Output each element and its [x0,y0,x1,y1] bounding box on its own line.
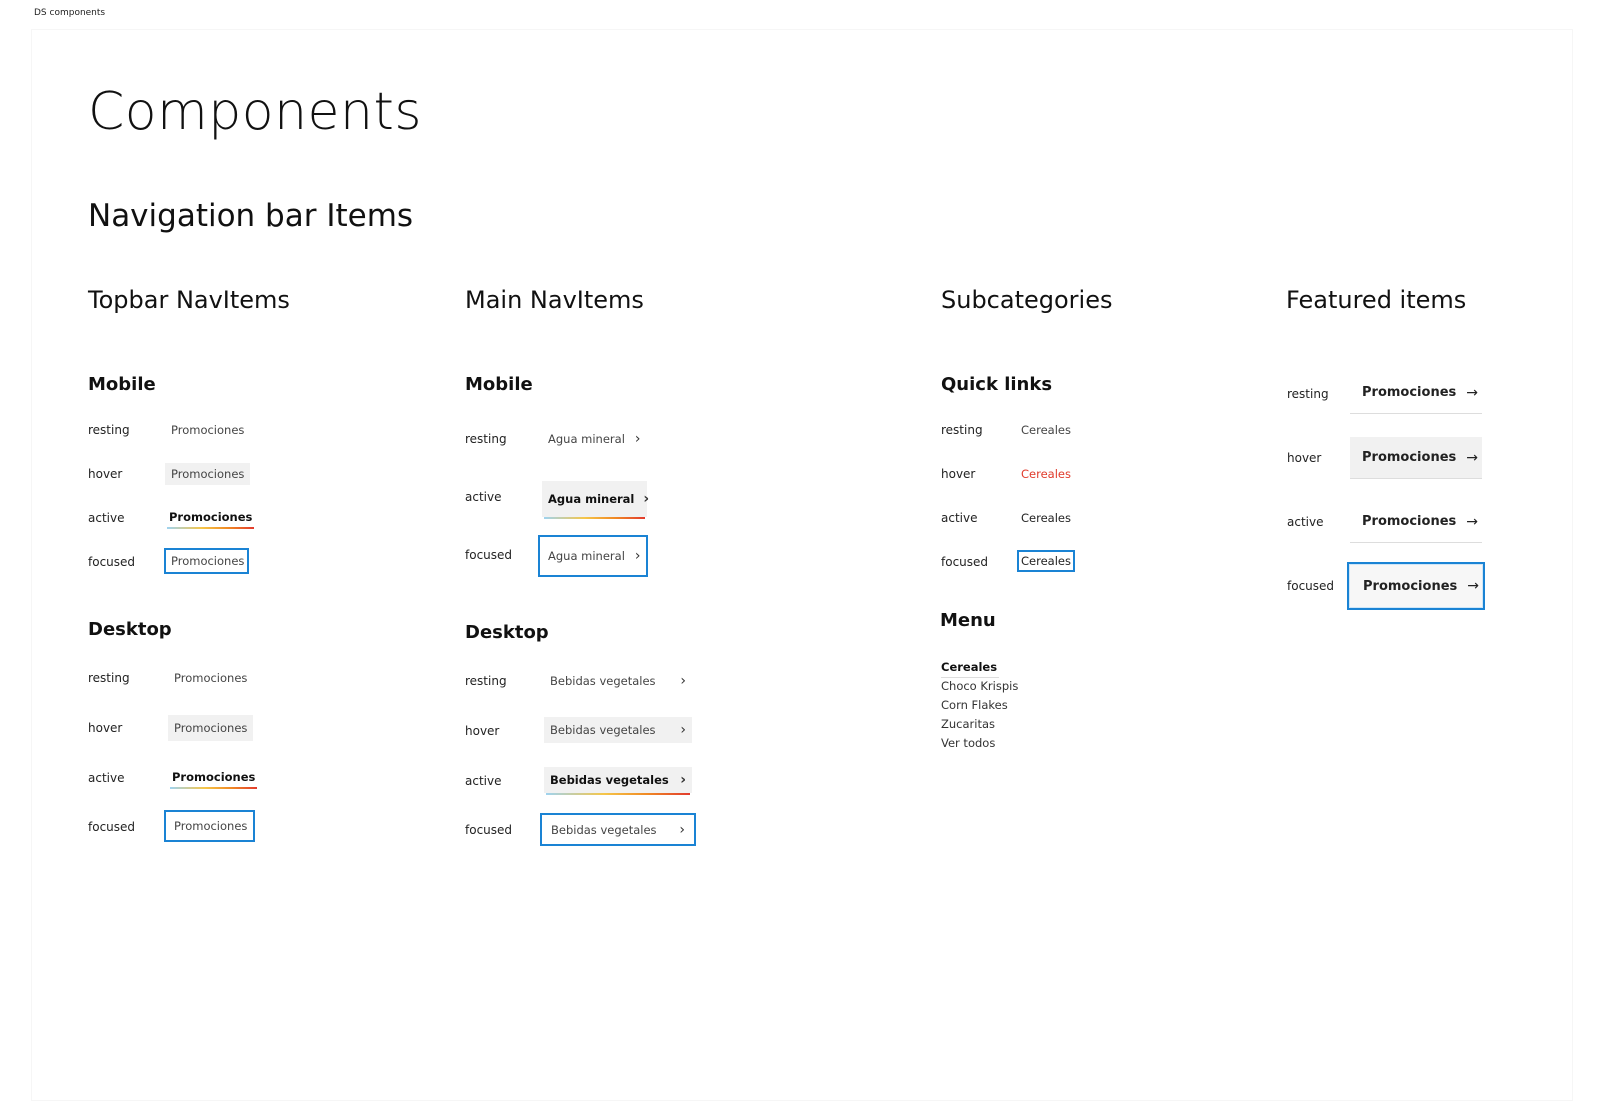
quick-link-active[interactable]: Cereales [1018,508,1074,528]
featured-item-active[interactable]: Promociones → [1350,501,1482,543]
column-title-featured: Featured items [1286,286,1467,314]
frame-label: DS components [30,6,110,20]
topbar-desktop-hover[interactable]: Promociones [168,715,254,741]
state-label: focused [941,555,989,569]
column-title-main: Main NavItems [465,286,644,314]
state-label: resting [941,423,983,437]
main-desktop-active[interactable]: Bebidas vegetales › [544,767,692,795]
quick-links-title: Quick links [941,374,1053,395]
topbar-mobile-focused[interactable]: Promociones [164,548,249,574]
state-label: resting [465,432,507,446]
state-label: hover [88,467,123,481]
state-label: active [88,771,125,785]
state-label: focused [88,820,136,834]
chevron-right-icon: › [680,673,686,689]
menu-item-see-all[interactable]: Ver todos [941,734,1018,753]
quick-link-hover[interactable]: Cereales [1018,464,1074,484]
chevron-right-icon: › [680,772,686,788]
menu-item[interactable]: Corn Flakes [941,696,1018,715]
main-desktop-title: Desktop [465,622,549,643]
menu-title: Menu [940,610,996,631]
state-label: focused [465,548,513,562]
state-label: active [1287,515,1324,529]
state-label: resting [88,423,130,437]
quick-link-resting[interactable]: Cereales [1018,420,1074,440]
state-label: hover [465,724,500,738]
state-label: resting [88,671,130,685]
page-title: Components [88,82,422,142]
components-frame [32,30,1572,1100]
state-label: active [941,511,978,525]
state-label: active [465,490,502,504]
main-mobile-resting[interactable]: Agua mineral › [542,428,647,450]
state-label: focused [88,555,136,569]
main-desktop-hover[interactable]: Bebidas vegetales › [544,717,692,743]
arrow-right-icon: → [1466,449,1478,466]
main-mobile-focused[interactable]: Agua mineral › [538,535,648,577]
state-label: hover [941,467,976,481]
state-label: active [465,774,502,788]
active-underline [546,793,690,795]
quick-link-focused[interactable]: Cereales [1017,550,1075,572]
chevron-right-icon: › [634,548,641,564]
main-mobile-title: Mobile [465,374,533,395]
active-underline [170,787,258,789]
topbar-mobile-resting[interactable]: Promociones [165,420,250,440]
arrow-right-icon: → [1466,384,1478,401]
topbar-mobile-active[interactable]: Promociones [165,507,256,529]
chevron-right-icon: › [680,722,686,738]
arrow-right-icon: → [1466,513,1478,530]
topbar-mobile-hover[interactable]: Promociones [165,463,251,485]
menu-heading[interactable]: Cereales [941,658,1000,678]
topbar-desktop-focused[interactable]: Promociones [164,810,255,842]
arrow-right-icon: → [1467,578,1479,594]
state-label: resting [1287,387,1329,401]
state-label: resting [465,674,507,688]
featured-item-focused[interactable]: Promociones → [1347,562,1485,610]
column-title-topbar: Topbar NavItems [88,286,290,314]
main-desktop-focused[interactable]: Bebidas vegetales › [540,813,696,846]
column-title-subcategories: Subcategories [941,286,1113,314]
topbar-desktop-title: Desktop [88,619,172,640]
featured-item-hover[interactable]: Promociones → [1350,437,1482,479]
menu-item[interactable]: Choco Krispis [941,677,1018,696]
state-label: focused [1287,579,1335,593]
menu-item[interactable]: Zucaritas [941,715,1018,734]
main-desktop-resting[interactable]: Bebidas vegetales › [544,669,692,693]
chevron-right-icon: › [643,491,650,507]
topbar-desktop-active[interactable]: Promociones [168,767,259,789]
active-underline [544,517,645,519]
chevron-right-icon: › [679,821,685,838]
state-label: hover [1287,451,1322,465]
state-label: active [88,511,125,525]
featured-item-resting[interactable]: Promociones → [1350,372,1482,414]
chevron-right-icon: › [634,431,641,447]
main-mobile-active[interactable]: Agua mineral › [542,481,650,519]
section-title: Navigation bar Items [88,198,414,234]
state-label: focused [465,823,513,837]
subcategory-menu: Cereales Choco Krispis Corn Flakes Zucar… [941,658,1018,753]
topbar-mobile-title: Mobile [88,374,156,395]
state-label: hover [88,721,123,735]
active-underline [167,527,255,529]
topbar-desktop-resting[interactable]: Promociones [168,668,253,688]
